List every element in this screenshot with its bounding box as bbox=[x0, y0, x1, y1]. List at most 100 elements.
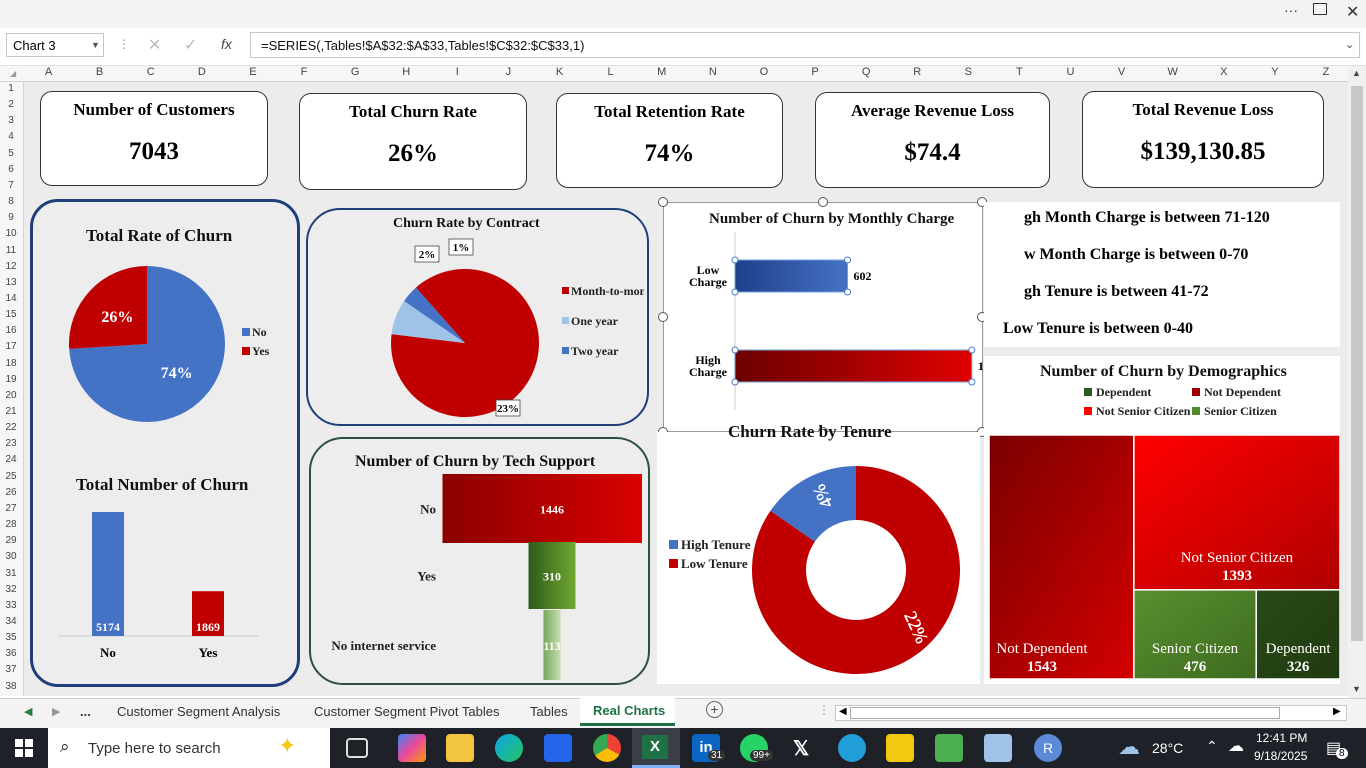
row-header-cell[interactable]: 26 bbox=[0, 487, 22, 498]
horizontal-scrollbar[interactable]: ◀ ▶ bbox=[835, 705, 1347, 721]
windows-start-icon[interactable] bbox=[15, 739, 33, 757]
clock-date[interactable]: 9/18/2025 bbox=[1254, 749, 1307, 763]
column-header-cell[interactable]: R bbox=[892, 66, 943, 78]
row-header-cell[interactable]: 4 bbox=[0, 131, 22, 142]
chevron-down-icon[interactable]: ▼ bbox=[91, 40, 100, 50]
scroll-right-icon[interactable]: ▶ bbox=[1333, 706, 1341, 717]
taskbar-search-box[interactable]: ⌕ Type here to search ✦ bbox=[48, 728, 330, 768]
row-header-cell[interactable]: 22 bbox=[0, 422, 22, 433]
expand-formula-icon[interactable]: ⌄ bbox=[1345, 38, 1354, 51]
scroll-up-icon[interactable]: ▲ bbox=[1352, 68, 1361, 78]
clock-time[interactable]: 12:41 PM bbox=[1256, 731, 1307, 745]
column-header-cell[interactable]: X bbox=[1198, 66, 1249, 78]
resize-handle[interactable] bbox=[818, 197, 828, 207]
snipping-tool-icon[interactable] bbox=[984, 734, 1012, 762]
row-header-cell[interactable]: 16 bbox=[0, 325, 22, 336]
x-app-icon[interactable]: 𝕏 bbox=[793, 736, 809, 761]
row-header-cell[interactable]: 20 bbox=[0, 390, 22, 401]
close-icon[interactable]: ✕ bbox=[1346, 2, 1359, 22]
row-header-cell[interactable]: 15 bbox=[0, 309, 22, 320]
scroll-left-icon[interactable]: ◀ bbox=[839, 706, 847, 717]
column-header-cell[interactable]: S bbox=[943, 66, 994, 78]
row-header-cell[interactable]: 1 bbox=[0, 83, 22, 94]
column-header-cell[interactable]: G bbox=[330, 66, 381, 78]
r-app-icon[interactable]: R bbox=[1034, 734, 1062, 762]
tech-support-funnel-chart[interactable]: 1446 No 310 Yes 113 No internet service bbox=[312, 474, 642, 684]
cloud-icon[interactable]: ☁ bbox=[1228, 736, 1244, 756]
weather-icon[interactable]: ☁ bbox=[1118, 734, 1140, 760]
drag-handle-icon[interactable]: ⋮ bbox=[118, 37, 130, 51]
enter-check-icon[interactable]: ✓ bbox=[184, 35, 197, 55]
file-explorer-icon[interactable] bbox=[446, 734, 474, 762]
vertical-scrollbar[interactable]: ▲ ▼ bbox=[1348, 66, 1366, 698]
kpi-card-churn-rate[interactable]: Total Churn Rate 26% bbox=[299, 93, 527, 190]
insert-function-icon[interactable]: fx bbox=[221, 36, 232, 52]
column-header-cell[interactable]: T bbox=[994, 66, 1045, 78]
row-header-cell[interactable]: 27 bbox=[0, 503, 22, 514]
column-header-cell[interactable]: D bbox=[176, 66, 227, 78]
total-churn-bar-chart[interactable]: 5174 No 1869 Yes bbox=[54, 502, 274, 672]
next-sheet-icon[interactable]: ▶ bbox=[52, 705, 60, 718]
formula-input[interactable]: =SERIES(,Tables!$A$32:$A$33,Tables!$C$32… bbox=[250, 32, 1360, 58]
cancel-icon[interactable]: ✕ bbox=[148, 35, 161, 55]
column-header-cell[interactable]: K bbox=[534, 66, 585, 78]
row-header-cell[interactable]: 32 bbox=[0, 584, 22, 595]
app-icon[interactable] bbox=[935, 734, 963, 762]
task-view-icon[interactable] bbox=[346, 738, 368, 758]
tab-real-charts[interactable]: Real Charts bbox=[580, 698, 675, 726]
excel-taskbar-button[interactable]: X bbox=[632, 728, 680, 768]
tab-customer-segment-analysis[interactable]: Customer Segment Analysis bbox=[117, 699, 280, 725]
row-header-cell[interactable]: 5 bbox=[0, 148, 22, 159]
column-header-cell[interactable]: E bbox=[227, 66, 278, 78]
row-header-cell[interactable]: 10 bbox=[0, 228, 22, 239]
row-header-cell[interactable]: 12 bbox=[0, 261, 22, 272]
column-header-cell[interactable]: Q bbox=[841, 66, 892, 78]
prev-sheet-icon[interactable]: ◀ bbox=[24, 705, 32, 718]
column-header-cell[interactable]: W bbox=[1147, 66, 1198, 78]
column-header-cell[interactable]: J bbox=[483, 66, 534, 78]
chevron-up-icon[interactable]: ⌃ bbox=[1206, 738, 1218, 755]
more-sheets-button[interactable]: ... bbox=[80, 699, 91, 725]
column-header-cell[interactable]: O bbox=[738, 66, 789, 78]
row-header-cell[interactable]: 6 bbox=[0, 164, 22, 175]
kpi-card-retention-rate[interactable]: Total Retention Rate 74% bbox=[556, 93, 783, 188]
row-header-cell[interactable]: 14 bbox=[0, 293, 22, 304]
row-header-cell[interactable]: 24 bbox=[0, 454, 22, 465]
tab-customer-segment-pivot-tables[interactable]: Customer Segment Pivot Tables bbox=[314, 699, 499, 725]
row-header-cell[interactable]: 25 bbox=[0, 471, 22, 482]
column-header-cell[interactable]: L bbox=[585, 66, 636, 78]
column-header-cell[interactable]: I bbox=[432, 66, 483, 78]
row-header-cell[interactable]: 13 bbox=[0, 277, 22, 288]
row-header-cell[interactable]: 9 bbox=[0, 212, 22, 223]
copilot-icon[interactable] bbox=[398, 734, 426, 762]
row-header-cell[interactable]: 19 bbox=[0, 374, 22, 385]
power-bi-icon[interactable] bbox=[886, 734, 914, 762]
row-header-cell[interactable]: 36 bbox=[0, 648, 22, 659]
select-all-icon[interactable]: ◢ bbox=[10, 69, 16, 78]
column-header-cell[interactable]: V bbox=[1096, 66, 1147, 78]
column-header-cell[interactable]: A bbox=[23, 66, 74, 78]
row-header-cell[interactable]: 3 bbox=[0, 115, 22, 126]
restore-window-icon[interactable] bbox=[1313, 3, 1327, 15]
scrollbar-thumb[interactable] bbox=[1351, 86, 1363, 641]
column-header-cell[interactable]: H bbox=[381, 66, 432, 78]
row-header-cell[interactable]: 29 bbox=[0, 535, 22, 546]
microsoft-store-icon[interactable] bbox=[544, 734, 572, 762]
tenure-donut-chart[interactable]: 4%22%High TenureLow Tenure bbox=[657, 452, 980, 682]
name-box[interactable]: Chart 3 ▼ bbox=[6, 33, 104, 57]
column-header-cell[interactable]: F bbox=[279, 66, 330, 78]
resize-handle[interactable] bbox=[658, 197, 668, 207]
tab-split-handle[interactable]: ⋮ bbox=[818, 703, 830, 717]
column-header-cell[interactable]: P bbox=[790, 66, 841, 78]
demographics-treemap-chart[interactable]: Dependent Not Dependent Not Senior Citizen… bbox=[984, 382, 1340, 682]
row-header-cell[interactable]: 2 bbox=[0, 99, 22, 110]
row-header-cell[interactable]: 30 bbox=[0, 551, 22, 562]
kpi-card-avg-revenue-loss[interactable]: Average Revenue Loss $74.4 bbox=[815, 92, 1050, 188]
scrollbar-thumb[interactable] bbox=[850, 707, 1280, 719]
weather-temp[interactable]: 28°C bbox=[1152, 740, 1183, 756]
row-header-cell[interactable]: 8 bbox=[0, 196, 22, 207]
row-header-cell[interactable]: 17 bbox=[0, 341, 22, 352]
column-header-cell[interactable]: N bbox=[687, 66, 738, 78]
column-header-cell[interactable]: Y bbox=[1249, 66, 1300, 78]
row-header-cell[interactable]: 34 bbox=[0, 616, 22, 627]
